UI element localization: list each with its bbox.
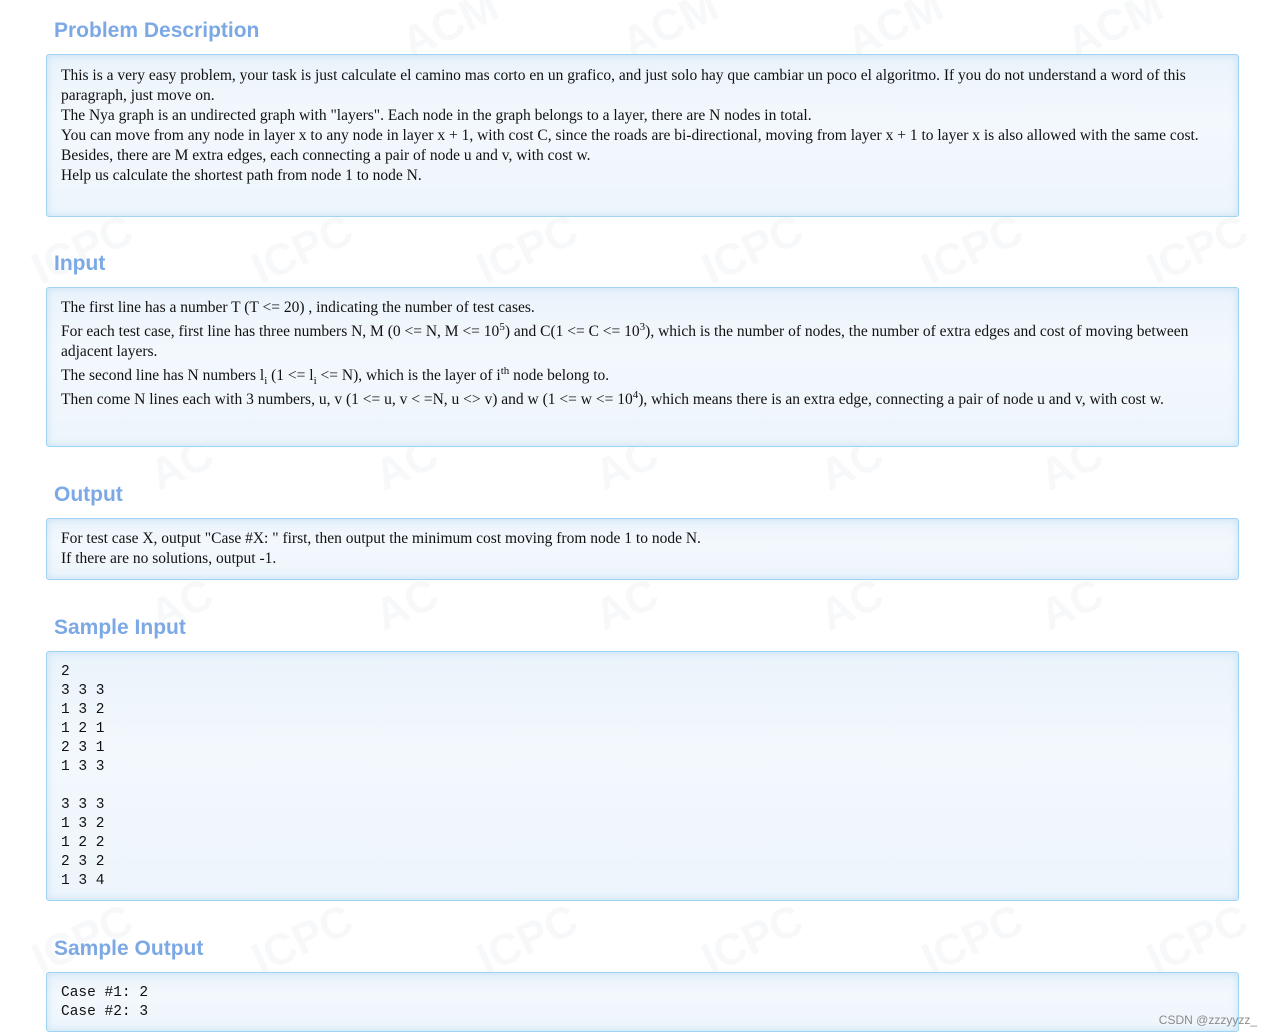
section-title-sample-input: Sample Input	[54, 616, 186, 639]
input-line: The second line has N numbers li (1 <= l…	[61, 364, 610, 388]
watermark-text: ICPC	[24, 205, 141, 294]
description-panel: This is a very easy problem, your task i…	[46, 54, 1239, 217]
input-line: For each test case, first line has three…	[61, 320, 1189, 360]
output-line: For test case X, output "Case #X: " firs…	[61, 530, 701, 547]
sample-output-panel: Case #1: 2 Case #2: 3	[46, 972, 1239, 1032]
sample-input-text: 2 3 3 3 1 3 2 1 2 1 2 3 1 1 3 3 3 3 3 1 …	[61, 664, 105, 889]
input-line: Then come N lines each with 3 numbers, u…	[61, 388, 1164, 408]
sample-input-panel: 2 3 3 3 1 3 2 1 2 1 2 3 1 1 3 3 3 3 3 1 …	[46, 651, 1239, 901]
description-line: The Nya graph is an undirected graph wit…	[61, 107, 812, 124]
section-title-input: Input	[54, 252, 106, 275]
input-panel: The first line has a number T (T <= 20) …	[46, 287, 1239, 447]
description-line: Help us calculate the shortest path from…	[61, 167, 422, 184]
description-line: Besides, there are M extra edges, each c…	[61, 147, 591, 164]
csdn-credit: CSDN @zzzyyzz_	[1158, 1013, 1257, 1027]
output-panel: For test case X, output "Case #X: " firs…	[46, 518, 1239, 580]
section-title-description: Problem Description	[54, 19, 260, 42]
watermark-text: ICPC	[694, 205, 811, 294]
section-title-output: Output	[54, 483, 123, 506]
sample-output-text: Case #1: 2 Case #2: 3	[61, 985, 149, 1020]
output-line: If there are no solutions, output -1.	[61, 550, 277, 567]
description-line: You can move from any node in layer x to…	[61, 127, 1199, 144]
watermark-text: ICPC	[914, 205, 1031, 294]
watermark-text: ICPC	[244, 205, 361, 294]
input-line: The first line has a number T (T <= 20) …	[61, 299, 535, 316]
watermark-text: ICPC	[1139, 205, 1256, 294]
section-title-sample-output: Sample Output	[54, 937, 204, 960]
watermark-text: ICPC	[469, 205, 586, 294]
description-line: This is a very easy problem, your task i…	[61, 67, 1186, 104]
